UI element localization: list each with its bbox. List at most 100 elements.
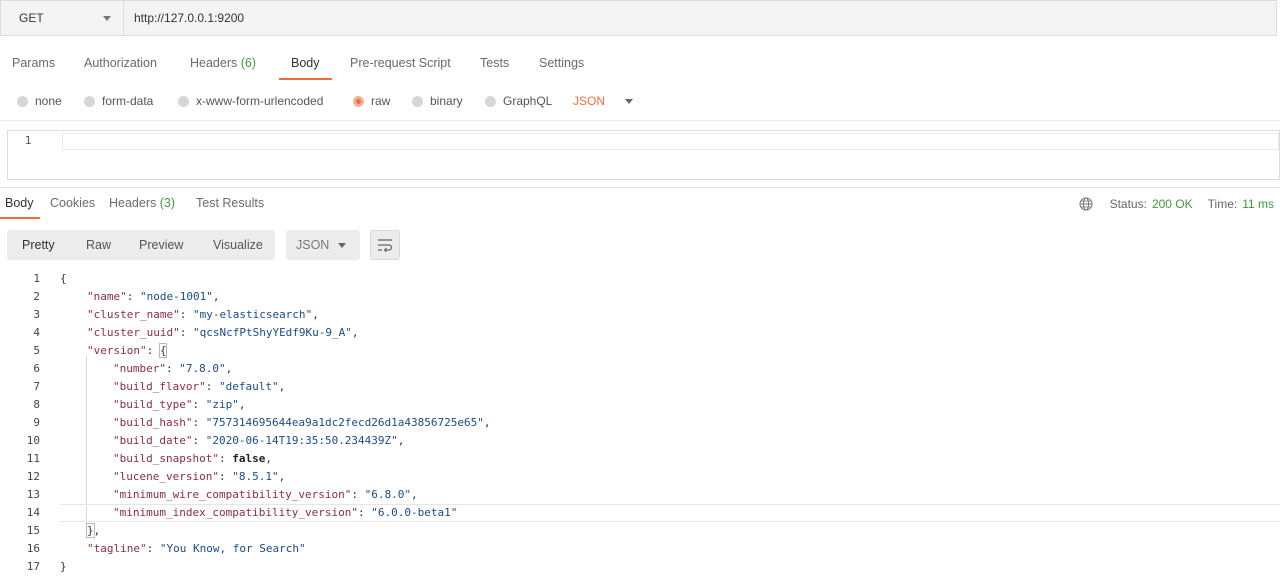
- editor-line[interactable]: [62, 133, 1279, 150]
- radio-binary[interactable]: binary: [412, 91, 463, 111]
- view-visualize-button[interactable]: Visualize: [213, 230, 263, 260]
- radio-graphql[interactable]: GraphQL: [485, 91, 552, 111]
- code-line: 3 "cluster_name": "my-elasticsearch",: [0, 306, 1280, 324]
- line-number: 14: [26, 506, 40, 519]
- tab-params[interactable]: Params: [12, 50, 55, 80]
- view-mode-segmented-control: Pretty Raw Preview Visualize: [7, 230, 275, 260]
- view-preview-button[interactable]: Preview: [139, 230, 183, 260]
- json-value: qcsNcfPtShyYEdf9Ku-9_A: [199, 326, 346, 339]
- wrap-lines-button[interactable]: [370, 230, 400, 260]
- format-label: JSON: [296, 238, 330, 252]
- line-number: 17: [26, 560, 40, 573]
- radio-raw[interactable]: raw: [353, 91, 390, 111]
- line-number: 6: [33, 362, 40, 375]
- line-number: 7: [33, 380, 40, 393]
- radio-form-data[interactable]: form-data: [84, 91, 153, 111]
- radio-icon: [178, 95, 189, 107]
- code-line: 4 "cluster_uuid": "qcsNcfPtShyYEdf9Ku-9_…: [0, 324, 1280, 342]
- divider: [0, 120, 1280, 121]
- chevron-down-icon: [625, 98, 634, 104]
- radio-label: x-www-form-urlencoded: [196, 94, 324, 108]
- tab-label: Headers: [190, 56, 238, 70]
- code-line: 12 "lucene_version": "8.5.1",: [0, 468, 1280, 486]
- status-value[interactable]: 200 OK: [1152, 197, 1193, 211]
- response-tab-headers[interactable]: Headers (3): [109, 190, 175, 219]
- response-status: Status: 200 OK Time: 11 ms: [1079, 196, 1274, 212]
- tab-label: Body: [5, 196, 34, 210]
- line-number: 11: [26, 452, 40, 465]
- tab-settings[interactable]: Settings: [539, 50, 584, 80]
- code-line: 11 "build_snapshot": false,: [0, 450, 1280, 468]
- time-value[interactable]: 11 ms: [1242, 197, 1274, 211]
- json-value: false: [232, 452, 266, 465]
- globe-icon[interactable]: [1079, 197, 1093, 211]
- request-body-editor[interactable]: 1: [7, 130, 1280, 180]
- headers-count: (6): [240, 56, 257, 70]
- request-tabs: Params Authorization Headers (6) Body Pr…: [0, 50, 1280, 80]
- wrap-lines-icon: [378, 239, 393, 252]
- tab-label: Settings: [539, 56, 585, 70]
- line-number: 4: [33, 326, 40, 339]
- button-label: Visualize: [213, 238, 263, 252]
- view-pretty-button[interactable]: Pretty: [22, 230, 55, 260]
- tab-body[interactable]: Body: [279, 50, 331, 80]
- radio-icon: [485, 95, 496, 107]
- tab-label: Authorization: [84, 56, 157, 70]
- response-tab-body[interactable]: Body: [0, 190, 39, 219]
- response-tab-cookies[interactable]: Cookies: [50, 190, 95, 219]
- radio-label: none: [35, 94, 62, 108]
- divider: [0, 187, 1280, 188]
- raw-format-select[interactable]: JSON: [573, 91, 634, 111]
- radio-x-www-form-urlencoded[interactable]: x-www-form-urlencoded: [178, 91, 323, 111]
- url-value: http://127.0.0.1:9200: [134, 11, 245, 25]
- tab-headers[interactable]: Headers (6): [190, 50, 256, 80]
- tab-tests[interactable]: Tests: [480, 50, 509, 80]
- code-line: 9 "build_hash": "757314695644ea9a1dc2fec…: [0, 414, 1280, 432]
- line-number: 15: [26, 524, 40, 537]
- radio-label: raw: [371, 94, 391, 108]
- body-type-group: none form-data x-www-form-urlencoded raw…: [0, 91, 1280, 111]
- line-number: 10: [26, 434, 40, 447]
- code-line: 17 }: [0, 558, 1280, 576]
- line-number: 13: [26, 488, 40, 501]
- radio-label: GraphQL: [503, 94, 553, 108]
- request-url-bar: GET http://127.0.0.1:9200: [0, 0, 1277, 36]
- headers-count: (3): [159, 196, 176, 210]
- tab-label: Cookies: [50, 196, 96, 210]
- json-value: 7.8.0: [185, 362, 219, 375]
- radio-label: binary: [430, 94, 463, 108]
- tab-label: Test Results: [196, 196, 265, 210]
- chevron-down-icon: [103, 16, 111, 21]
- tab-label: Tests: [480, 56, 510, 70]
- radio-selected-icon: [353, 95, 364, 107]
- raw-format-label: JSON: [573, 94, 606, 108]
- button-label: Raw: [86, 238, 112, 252]
- json-value: 757314695644ea9a1dc2fecd26d1a43856725e65: [212, 416, 478, 429]
- view-raw-button[interactable]: Raw: [86, 230, 111, 260]
- line-number: 8: [33, 398, 40, 411]
- line-number: 16: [26, 542, 40, 555]
- method-select[interactable]: GET: [1, 1, 124, 35]
- code-line: 7 "build_flavor": "default",: [0, 378, 1280, 396]
- code-line: 6 "number": "7.8.0",: [0, 360, 1280, 378]
- tab-label: Headers: [109, 196, 157, 210]
- tab-authorization[interactable]: Authorization: [84, 50, 157, 80]
- json-value: 6.0.0-beta1: [377, 506, 451, 519]
- response-format-select[interactable]: JSON: [286, 230, 360, 260]
- line-number: 12: [26, 470, 40, 483]
- line-number: 3: [33, 308, 40, 321]
- button-label: Pretty: [22, 238, 55, 252]
- radio-none[interactable]: none: [17, 91, 62, 111]
- url-input[interactable]: http://127.0.0.1:9200: [124, 1, 1276, 35]
- line-number: 9: [33, 416, 40, 429]
- line-number: 1: [24, 134, 32, 147]
- tab-label: Params: [12, 56, 56, 70]
- tab-pre-request-script[interactable]: Pre-request Script: [350, 50, 451, 80]
- time-label: Time:: [1207, 197, 1238, 211]
- response-tab-test-results[interactable]: Test Results: [196, 190, 264, 219]
- radio-icon: [412, 95, 423, 107]
- json-value: node-1001: [146, 290, 207, 303]
- code-line-active: 14 "minimum_index_compatibility_version"…: [0, 504, 1280, 522]
- json-value: zip: [212, 398, 233, 411]
- json-value: You Know, for Search: [166, 542, 299, 555]
